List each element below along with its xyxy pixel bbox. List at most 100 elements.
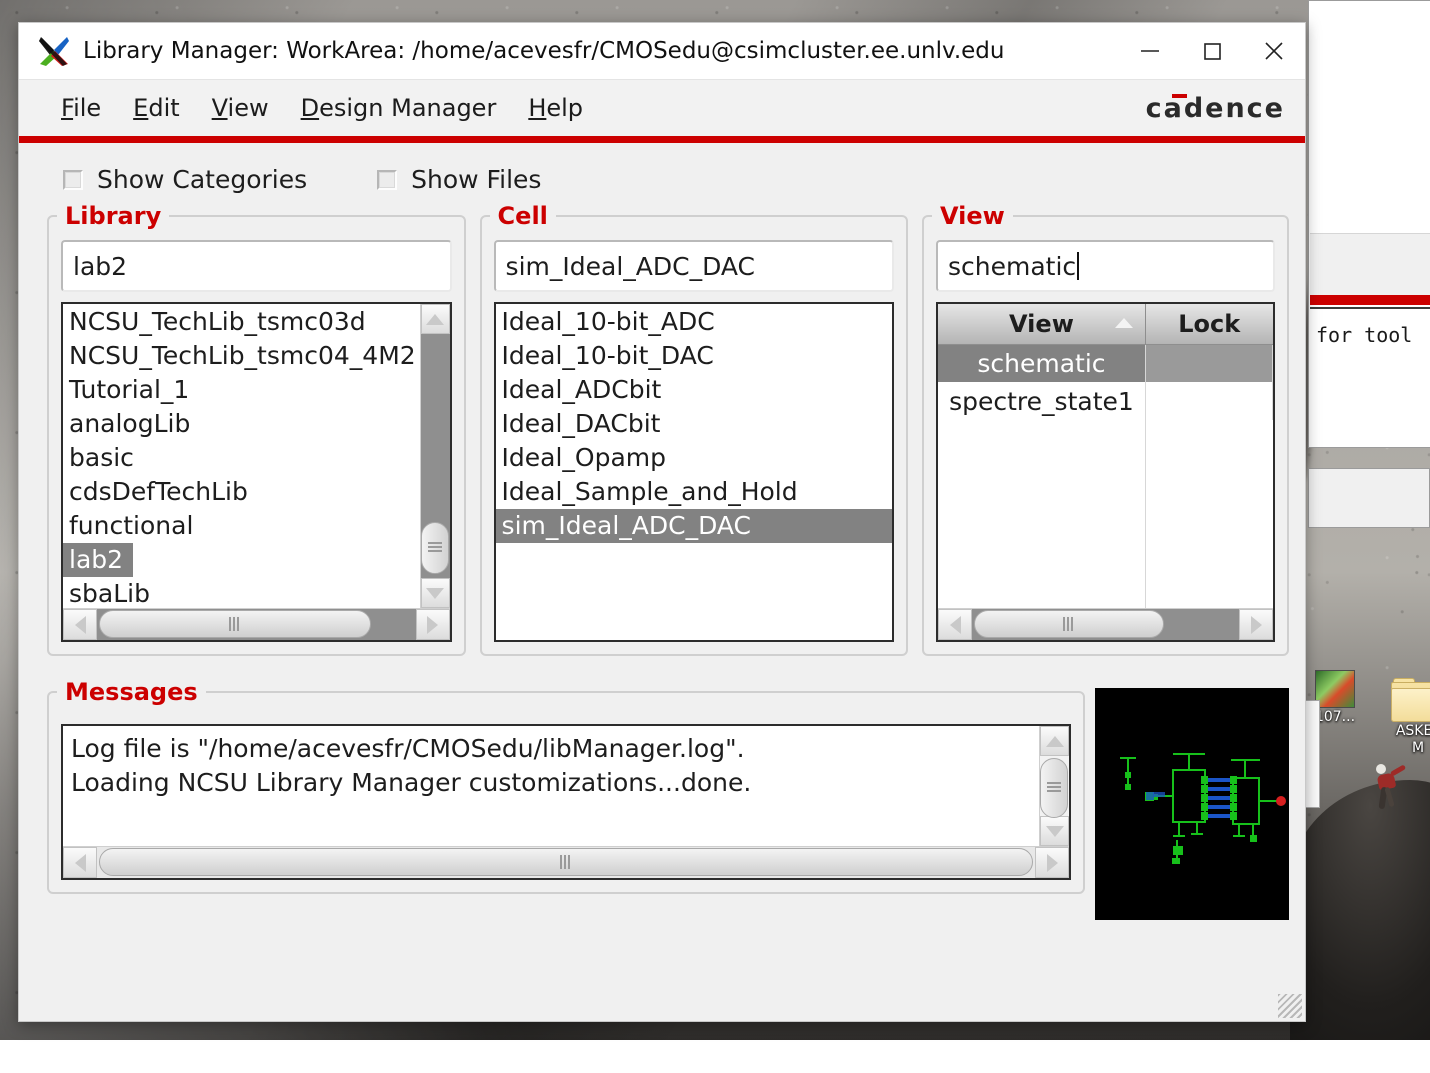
browser-panels: Library lab2 NCSU_TechLib_tsmc03d NCSU_T… [35,202,1289,656]
scroll-thumb[interactable] [99,610,371,638]
scroll-left-button[interactable] [63,609,97,640]
menu-edit[interactable]: Edit [117,94,195,122]
library-list[interactable]: NCSU_TechLib_tsmc03d NCSU_TechLib_tsmc04… [61,302,452,642]
view-filter-input[interactable]: schematic [936,240,1275,292]
view-table[interactable]: View Lock [936,302,1275,642]
background-window-secondary[interactable] [1308,468,1430,528]
scroll-right-button[interactable] [416,609,450,640]
close-button[interactable] [1243,23,1305,80]
scroll-track[interactable] [1040,756,1069,816]
column-header-lock[interactable]: Lock [1145,304,1272,344]
list-item[interactable]: Ideal_ADCbit [496,373,892,407]
grip-icon [560,855,572,869]
view-filter-value: schematic [948,252,1076,281]
show-files-checkbox[interactable] [377,170,397,190]
bg-window-toolbar [1310,233,1430,295]
titlebar[interactable]: Library Manager: WorkArea: /home/acevesf… [19,23,1305,80]
list-item-selected[interactable]: sim_Ideal_ADC_DAC [496,509,892,543]
menu-view[interactable]: View [196,94,285,122]
lock-cell[interactable] [1145,382,1272,420]
chevron-left-icon [950,616,961,634]
grip-icon [1047,782,1061,794]
message-line: Loading NCSU Library Manager customizati… [71,766,1031,800]
scroll-left-button[interactable] [63,847,97,878]
bg-window-body: for tool [1310,309,1430,446]
list-item[interactable]: Tutorial_1 [63,373,420,407]
table-row[interactable]: schematic [938,344,1272,382]
scroll-up-button[interactable] [1040,726,1069,756]
desktop-icon-label: ASKEL [1376,724,1430,739]
scroll-thumb[interactable] [1040,758,1068,818]
scroll-down-button[interactable] [421,578,450,608]
scroll-track[interactable] [421,334,450,578]
cell-list-items: Ideal_10-bit_ADC Ideal_10-bit_DAC Ideal_… [496,304,892,640]
chevron-up-icon [426,314,444,325]
scroll-up-button[interactable] [421,304,450,334]
show-categories-checkbox[interactable] [63,170,83,190]
view-cell[interactable]: spectre_state1 [938,382,1145,420]
chevron-right-icon [1251,616,1262,634]
scroll-left-button[interactable] [938,609,972,640]
library-filter-value: lab2 [73,252,127,281]
messages-horizontal-scrollbar[interactable] [63,846,1069,878]
cell-filter-input[interactable]: sim_Ideal_ADC_DAC [494,240,894,292]
messages-text: Log file is "/home/acevesfr/CMOSedu/libM… [63,726,1039,846]
list-item[interactable]: NCSU_TechLib_tsmc04_4M2 [63,339,420,373]
list-item[interactable]: Ideal_Sample_and_Hold [496,475,892,509]
background-cadence-window[interactable]: for tool [1308,0,1430,448]
list-item-selected[interactable]: lab2 [63,543,133,577]
text-caret [1077,252,1079,280]
scroll-track[interactable] [97,609,416,640]
minimize-button[interactable] [1119,23,1181,80]
list-item[interactable]: Ideal_DACbit [496,407,892,441]
list-item[interactable]: Ideal_10-bit_DAC [496,339,892,373]
library-list-items: NCSU_TechLib_tsmc03d NCSU_TechLib_tsmc04… [63,304,420,608]
red-accent-bar [19,136,1305,143]
list-item[interactable]: basic [63,441,420,475]
table-header-row: View Lock [938,304,1272,344]
messages-vertical-scrollbar[interactable] [1039,726,1069,846]
maximize-button[interactable] [1181,23,1243,80]
menu-file[interactable]: FFileile [45,94,117,122]
chevron-right-icon [1047,854,1058,872]
lock-cell[interactable] [1145,344,1272,382]
library-vertical-scrollbar[interactable] [420,304,450,608]
library-legend: Library [57,202,169,230]
messages-area[interactable]: Log file is "/home/acevesfr/CMOSedu/libM… [61,724,1071,880]
list-item[interactable]: cdsDefTechLib [63,475,420,509]
resize-grip[interactable] [1278,994,1302,1018]
scroll-thumb[interactable] [974,610,1164,638]
list-item[interactable]: analogLib [63,407,420,441]
list-item[interactable]: Ideal_10-bit_ADC [496,305,892,339]
cadence-macron [1172,94,1187,98]
list-item[interactable]: Ideal_Opamp [496,441,892,475]
list-item[interactable]: NCSU_TechLib_tsmc03d [63,305,420,339]
window-title: Library Manager: WorkArea: /home/acevesf… [83,38,1004,64]
scroll-thumb[interactable] [99,848,1033,876]
bg-window-titlebar [1309,1,1430,189]
view-horizontal-scrollbar[interactable] [938,608,1273,640]
scroll-track[interactable] [97,847,1035,878]
schematic-preview[interactable] [1095,688,1289,920]
view-group: View schematic View [922,202,1289,656]
library-filter-input[interactable]: lab2 [61,240,452,292]
table-row[interactable]: spectre_state1 [938,382,1272,420]
scroll-track[interactable] [972,609,1239,640]
cadence-wordmark: cadence [1146,93,1285,124]
menu-design-manager[interactable]: Design Manager [285,94,513,122]
grip-icon [1063,617,1075,631]
menu-help[interactable]: Help [512,94,599,122]
column-header-view[interactable]: View [938,304,1145,344]
scroll-right-button[interactable] [1239,609,1273,640]
chevron-down-icon [1046,826,1064,837]
view-cell[interactable]: schematic [938,344,1145,382]
list-item[interactable]: sbaLib [63,577,420,608]
desktop-icon-askel[interactable]: ASKEL M [1376,680,1430,756]
list-item[interactable]: functional [63,509,420,543]
scroll-thumb[interactable] [421,522,449,574]
library-horizontal-scrollbar[interactable] [63,608,450,640]
scroll-down-button[interactable] [1040,816,1069,846]
bg-window-upper [1310,189,1430,233]
cell-list[interactable]: Ideal_10-bit_ADC Ideal_10-bit_DAC Ideal_… [494,302,894,642]
scroll-right-button[interactable] [1035,847,1069,878]
